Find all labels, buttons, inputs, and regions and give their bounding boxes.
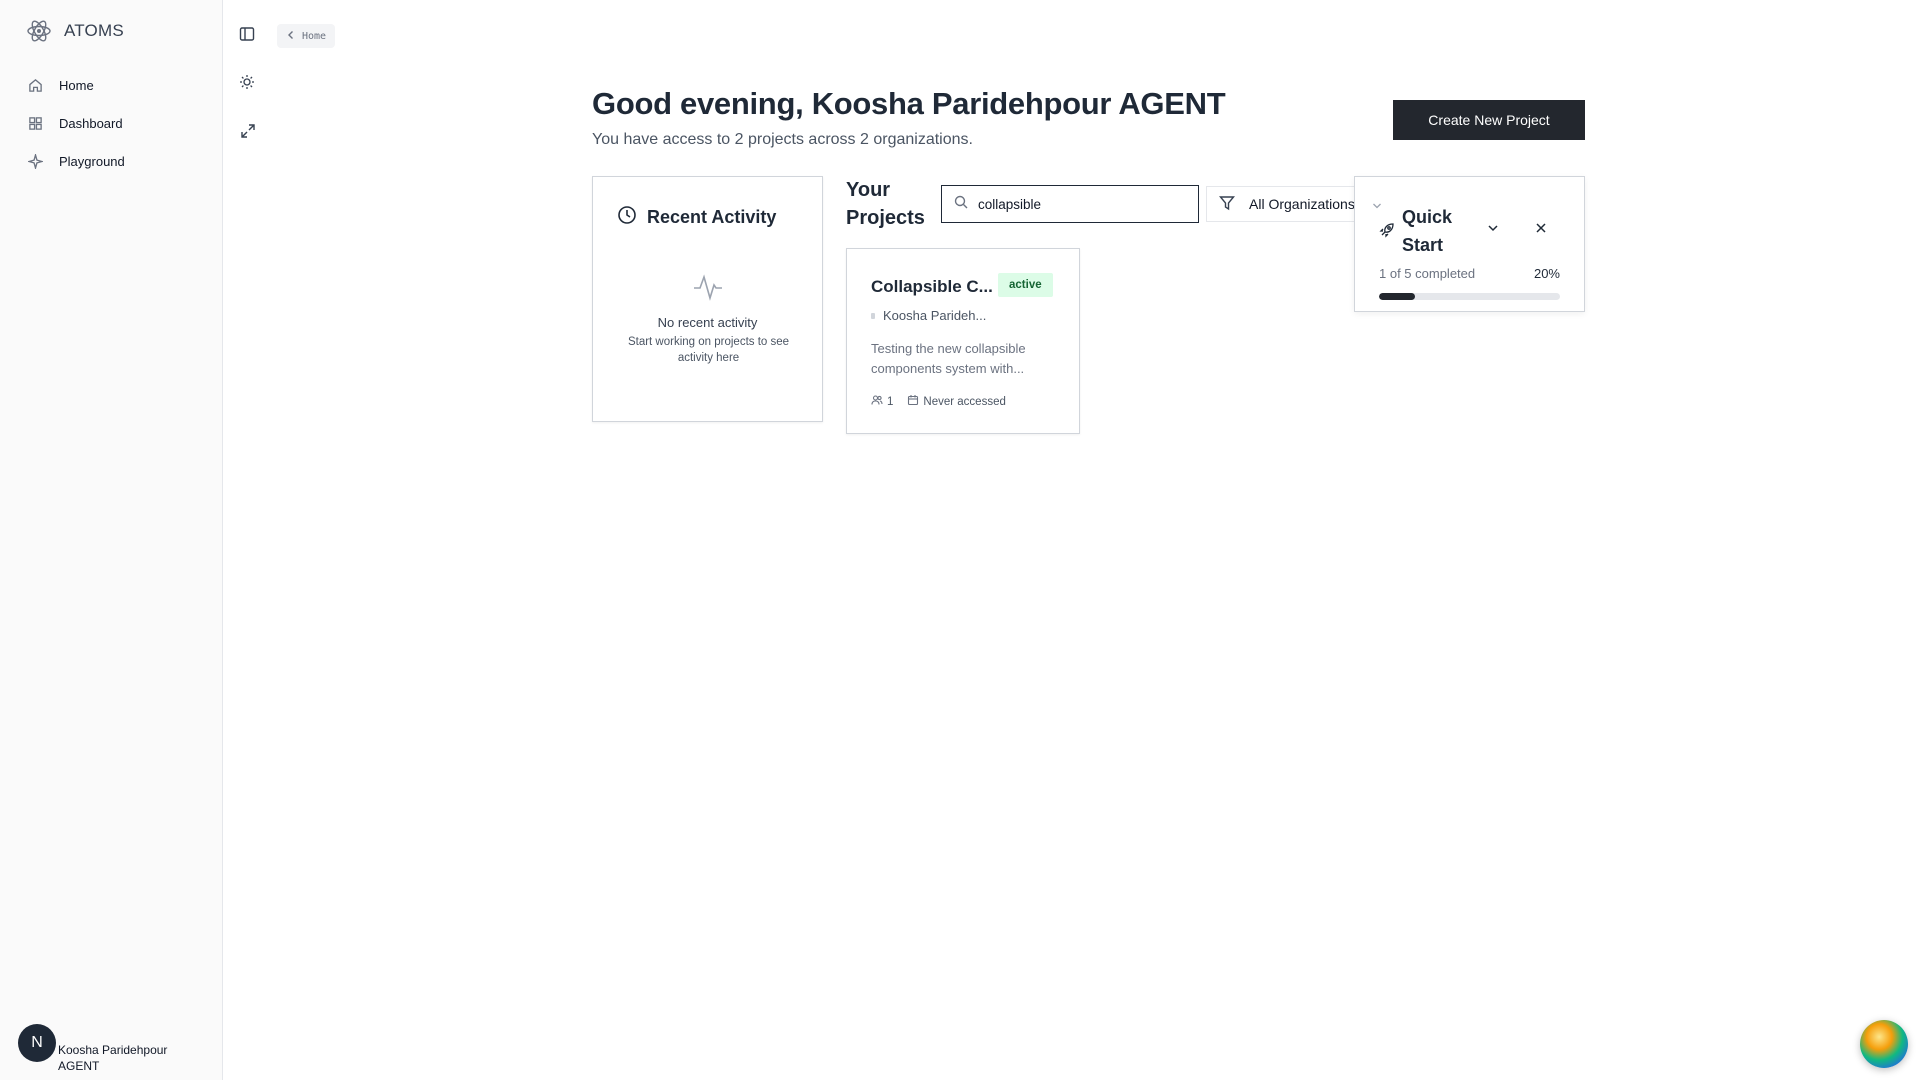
chevron-down-icon[interactable] <box>1486 221 1500 240</box>
members-count: 1 <box>871 394 893 409</box>
avatar: N <box>18 1024 56 1062</box>
page-subtitle: You have access to 2 projects across 2 o… <box>592 131 973 148</box>
quick-start-progress-text: 1 of 5 completed <box>1379 266 1476 281</box>
user-name: Koosha Paridehpour AGENT <box>58 1043 168 1073</box>
atom-logo-icon <box>26 18 52 44</box>
collapse-chevron-icon[interactable] <box>1371 199 1383 217</box>
users-icon <box>871 394 883 409</box>
user-profile[interactable]: N Koosha Paridehpour AGENT <box>18 1024 188 1074</box>
sidebar-toggle-icon[interactable] <box>239 26 257 44</box>
sidebar-nav: Home Dashboard Playground <box>18 66 208 180</box>
create-new-project-button[interactable]: Create New Project <box>1393 100 1585 140</box>
filter-icon <box>1219 195 1235 214</box>
close-icon[interactable] <box>1534 221 1548 240</box>
project-meta: 1 Never accessed <box>871 394 1006 409</box>
project-card[interactable]: Collapsible C... active Koosha Parideh..… <box>846 248 1080 434</box>
quick-start-progress-fill <box>1379 293 1416 300</box>
chevron-left-icon <box>286 30 296 43</box>
recent-activity-title: Recent Activity <box>647 207 777 227</box>
breadcrumb[interactable]: Home <box>277 24 336 48</box>
quick-start-percent: 20% <box>1533 266 1560 281</box>
sidebar-item-label: Playground <box>59 153 125 169</box>
sidebar-item-label: Home <box>59 77 94 93</box>
home-icon <box>27 77 43 93</box>
filter-label: All Organizations <box>1249 196 1355 212</box>
sidebar-item-label: Dashboard <box>59 115 123 131</box>
recent-activity-card: Recent Activity No recent activity Start… <box>592 176 823 422</box>
empty-state-title: No recent activity <box>657 315 758 330</box>
brand-name: ATOMS <box>64 21 124 40</box>
recent-activity-header: Recent Activity <box>617 205 776 230</box>
empty-state-hint: Start working on projects to see activit… <box>627 336 790 364</box>
project-search[interactable] <box>941 185 1199 223</box>
search-icon <box>954 195 968 214</box>
quick-start-panel: Quick Start 1 of 5 completed 20% <box>1354 176 1585 312</box>
sidebar-item-playground[interactable]: Playground <box>18 142 208 180</box>
brand[interactable]: ATOMS <box>26 18 124 44</box>
activity-pulse-icon <box>692 271 724 308</box>
last-accessed: Never accessed <box>907 394 1006 409</box>
project-owner: Koosha Parideh... <box>871 308 986 323</box>
project-name: Collapsible C... <box>871 277 993 296</box>
quick-start-title: Quick Start <box>1402 207 1453 255</box>
organization-filter[interactable]: All Organizations <box>1206 186 1366 222</box>
quick-start-progress-bar <box>1379 293 1560 300</box>
clock-icon <box>617 205 637 230</box>
assistant-orb-button[interactable] <box>1860 1020 1908 1068</box>
sidebar: ATOMS Home Dashboard Playground N Koosha… <box>0 0 223 1080</box>
sidebar-item-dashboard[interactable]: Dashboard <box>18 104 208 142</box>
last-accessed-value: Never accessed <box>923 395 1006 408</box>
expand-icon[interactable] <box>240 123 256 139</box>
page-title: Good evening, Koosha Paridehpour AGENT <box>592 86 1226 121</box>
project-description: Testing the new collapsible components s… <box>871 341 1026 376</box>
status-badge: active <box>998 273 1053 297</box>
sidebar-item-home[interactable]: Home <box>18 66 208 104</box>
projects-title: Your Projects <box>846 179 925 229</box>
sun-icon[interactable] <box>239 74 255 90</box>
breadcrumb-label: Home <box>302 30 327 42</box>
owner-dot-icon <box>871 312 875 319</box>
rocket-icon <box>1379 222 1395 243</box>
members-value: 1 <box>887 395 894 408</box>
dashboard-icon <box>27 115 43 131</box>
owner-name: Koosha Parideh... <box>883 308 987 323</box>
sparkle-icon <box>27 153 43 169</box>
calendar-icon <box>907 394 919 409</box>
search-input[interactable] <box>978 196 1178 212</box>
